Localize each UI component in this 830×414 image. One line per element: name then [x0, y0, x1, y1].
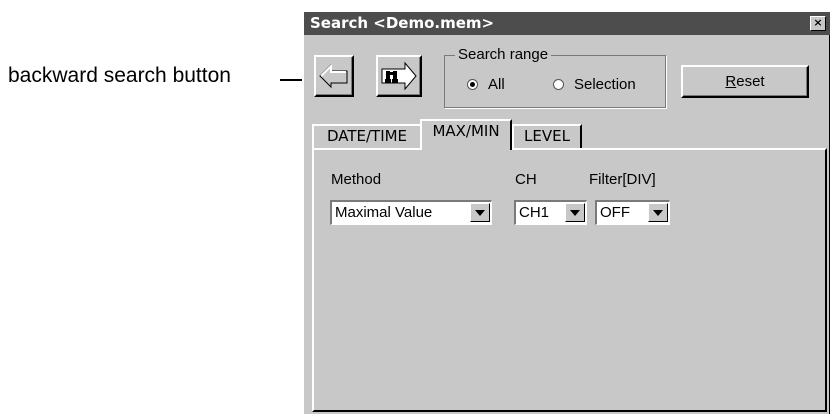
- tab-max-min[interactable]: MAX/MIN: [420, 119, 512, 150]
- search-dialog: Search <Demo.mem> × Search range All Sel…: [302, 10, 830, 414]
- reset-mnemonic: R: [725, 73, 737, 90]
- tab-date-time[interactable]: DATE/TIME: [312, 124, 422, 148]
- filter-select-value: OFF: [600, 204, 630, 221]
- backward-search-callout: backward search button: [8, 64, 231, 87]
- window-title: Search <Demo.mem>: [310, 14, 495, 32]
- backward-search-button[interactable]: [314, 55, 354, 97]
- radio-all-label: All: [488, 76, 505, 93]
- radio-selection-dot[interactable]: [553, 79, 564, 90]
- reset-label-rest: eset: [736, 73, 765, 90]
- chevron-down-icon[interactable]: [648, 203, 668, 222]
- filter-select[interactable]: OFF: [595, 200, 670, 225]
- method-label: Method: [331, 171, 382, 188]
- method-select-value: Maximal Value: [335, 204, 433, 221]
- binoculars-right-arrow-icon: [381, 61, 417, 91]
- search-range-legend: Search range: [455, 46, 552, 63]
- reset-button[interactable]: Reset: [681, 65, 809, 98]
- ch-select[interactable]: CH1: [514, 200, 587, 225]
- filter-label: Filter[DIV]: [589, 171, 656, 188]
- left-arrow-icon: [319, 63, 348, 89]
- method-select[interactable]: Maximal Value: [330, 200, 492, 225]
- max-min-panel: Method CH Filter[DIV] Maximal Value CH1 …: [312, 148, 827, 412]
- forward-search-button[interactable]: [376, 55, 422, 97]
- chevron-down-icon[interactable]: [470, 203, 490, 222]
- radio-selection[interactable]: Selection: [553, 76, 636, 93]
- ch-label: CH: [515, 171, 537, 188]
- ch-select-value: CH1: [519, 204, 550, 221]
- search-range-group: Search range All Selection: [444, 46, 666, 108]
- radio-all-dot[interactable]: [467, 79, 478, 90]
- title-bar: Search <Demo.mem> ×: [304, 12, 830, 35]
- radio-all[interactable]: All: [467, 76, 505, 93]
- tab-level[interactable]: LEVEL: [512, 124, 582, 148]
- chevron-down-icon[interactable]: [565, 203, 585, 222]
- radio-selection-label: Selection: [574, 76, 636, 93]
- close-button[interactable]: ×: [810, 16, 826, 31]
